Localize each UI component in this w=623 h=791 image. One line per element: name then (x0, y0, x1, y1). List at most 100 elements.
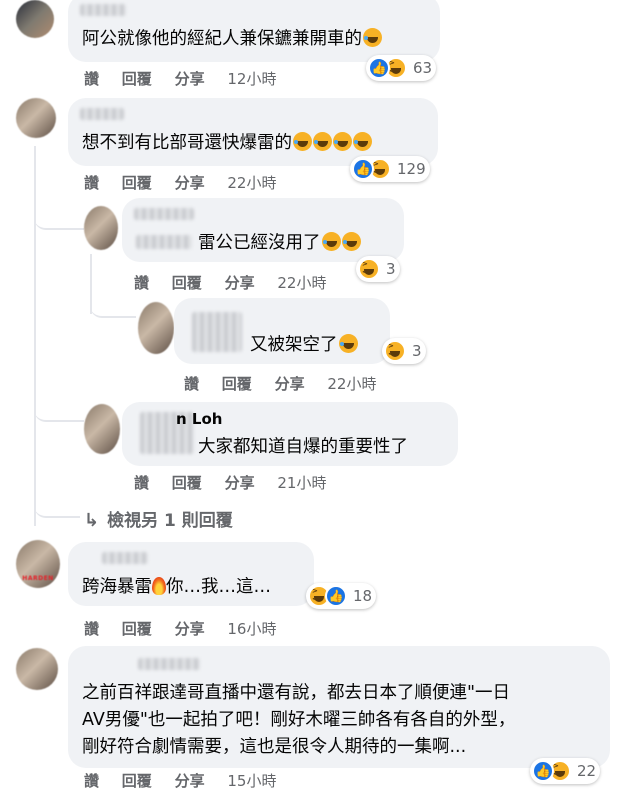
share-action[interactable]: 分享 (225, 274, 255, 292)
share-action[interactable]: 分享 (175, 620, 205, 638)
view-more-replies[interactable]: ↳ 檢視另 1 則回覆 (84, 506, 233, 531)
reaction-summary[interactable]: 👍 63 (366, 55, 437, 81)
like-icon: 👍 (368, 57, 390, 79)
timestamp[interactable]: 22小時 (227, 174, 276, 192)
thread-line (34, 146, 36, 526)
avatar[interactable] (138, 302, 174, 354)
thread-branch (34, 496, 80, 518)
reply-action[interactable]: 回覆 (122, 70, 152, 88)
timestamp[interactable]: 12小時 (227, 70, 276, 88)
avatar[interactable]: HARDEN (16, 540, 60, 588)
reaction-count: 22 (577, 762, 597, 780)
reaction-count: 3 (386, 260, 396, 278)
mentioned-user[interactable] (136, 235, 192, 249)
like-action[interactable]: 讚 (84, 174, 99, 192)
timestamp[interactable]: 15小時 (227, 772, 276, 790)
like-action[interactable]: 讚 (84, 772, 99, 790)
reply-action[interactable]: 回覆 (122, 772, 152, 790)
avatar[interactable] (16, 98, 56, 138)
reply-action[interactable]: 回覆 (122, 174, 152, 192)
comment-text-line: 之前百祥跟達哥直播中還有說，都去日本了順便連"一日 (82, 683, 511, 703)
laughing-emoji-icon (353, 132, 372, 151)
comment-text: 又被架空了 (250, 332, 358, 358)
comment-actions: 讚 回覆 分享 12小時 (84, 68, 294, 89)
share-action[interactable]: 分享 (275, 375, 305, 393)
avatar-badge: HARDEN (22, 575, 54, 582)
comment-actions: 讚 回覆 分享 22小時 (84, 172, 294, 193)
commenter-name[interactable] (80, 108, 124, 120)
reaction-summary[interactable]: 👍 22 (530, 758, 601, 784)
comment-text: 跨海暴雷 你…我…這… (82, 577, 271, 597)
like-icon: 👍 (325, 585, 347, 607)
reaction-summary[interactable]: 👍 129 (350, 156, 430, 182)
comment-text: 阿公就像他的經紀人兼保鑣兼開車的 (82, 26, 382, 52)
thread-branch (34, 210, 84, 230)
commenter-name-visible[interactable]: n Loh (176, 410, 222, 428)
laughing-emoji-icon (313, 132, 332, 151)
reply-action[interactable]: 回覆 (172, 474, 202, 492)
comment-actions: 讚 回覆 分享 21小時 (134, 472, 344, 493)
commenter-name[interactable] (192, 312, 242, 352)
avatar[interactable] (16, 0, 54, 38)
share-action[interactable]: 分享 (225, 474, 255, 492)
share-action[interactable]: 分享 (175, 174, 205, 192)
commenter-name[interactable] (102, 552, 148, 564)
comment-actions: 讚 回覆 分享 22小時 (134, 272, 344, 293)
like-icon: 👍 (532, 760, 554, 782)
comment-bubble: 又被架空了 (174, 298, 390, 364)
comment-actions: 讚 回覆 分享 15小時 (84, 770, 294, 791)
like-icon: 👍 (352, 158, 374, 180)
like-action[interactable]: 讚 (84, 620, 99, 638)
share-action[interactable]: 分享 (175, 70, 205, 88)
fire-emoji-icon (152, 577, 166, 595)
reply-action[interactable]: 回覆 (172, 274, 202, 292)
reaction-summary[interactable]: 👍 18 (306, 583, 377, 609)
commenter-name[interactable] (80, 4, 126, 16)
comment-text: 想不到有比部哥還快爆雷的 (82, 130, 372, 156)
comment-bubble: 雷公已經沒用了 (122, 198, 404, 262)
like-action[interactable]: 讚 (134, 474, 149, 492)
reaction-summary[interactable]: 3 (382, 338, 426, 364)
avatar[interactable] (16, 648, 58, 690)
reply-action[interactable]: 回覆 (222, 375, 252, 393)
like-action[interactable]: 讚 (134, 274, 149, 292)
timestamp[interactable]: 22小時 (277, 274, 326, 292)
reaction-count: 129 (397, 160, 426, 178)
commenter-name[interactable] (134, 208, 194, 220)
reaction-count: 18 (353, 587, 373, 605)
reaction-count: 63 (413, 59, 433, 77)
comment-bubble: 阿公就像他的經紀人兼保鑣兼開車的 (68, 0, 440, 62)
laughing-emoji-icon (293, 132, 312, 151)
comment-bubble: 之前百祥跟達哥直播中還有說，都去日本了順便連"一日 AV男優"也一起拍了吧！剛好… (68, 646, 610, 768)
comment-text-line: AV男優"也一起拍了吧！剛好木曜三帥各有各自的外型， (82, 710, 516, 730)
reaction-count: 3 (412, 342, 422, 360)
timestamp[interactable]: 22小時 (327, 375, 376, 393)
comment-text: 大家都知道自爆的重要性了 (198, 437, 408, 457)
timestamp[interactable]: 16小時 (227, 620, 276, 638)
haha-icon (358, 258, 380, 280)
comment-text-line: 剛好符合劇情需要，這也是很令人期待的一集啊... (82, 737, 467, 757)
comment-actions: 讚 回覆 分享 16小時 (84, 618, 294, 639)
timestamp[interactable]: 21小時 (277, 474, 326, 492)
laughing-emoji-icon (338, 334, 358, 353)
reply-arrow-icon: ↳ (84, 510, 100, 531)
comment-bubble: n Loh 大家都知道自爆的重要性了 (122, 402, 458, 466)
comment-text: 雷公已經沒用了 (136, 230, 361, 256)
laughing-emoji-icon (321, 232, 341, 251)
laughing-emoji-icon (341, 232, 361, 251)
thread-branch (34, 400, 84, 422)
like-action[interactable]: 讚 (84, 70, 99, 88)
like-action[interactable]: 讚 (184, 375, 199, 393)
reaction-summary[interactable]: 3 (356, 256, 400, 282)
laughing-emoji-icon (363, 28, 382, 47)
reply-action[interactable]: 回覆 (122, 620, 152, 638)
share-action[interactable]: 分享 (175, 772, 205, 790)
laughing-emoji-icon (333, 132, 352, 151)
commenter-name[interactable] (138, 658, 200, 670)
comment-bubble: 跨海暴雷 你…我…這… (68, 542, 314, 606)
comment-actions: 讚 回覆 分享 22小時 (184, 373, 394, 394)
avatar[interactable] (84, 404, 120, 454)
haha-icon (384, 340, 406, 362)
avatar[interactable] (84, 206, 118, 250)
thread-branch (90, 290, 136, 318)
